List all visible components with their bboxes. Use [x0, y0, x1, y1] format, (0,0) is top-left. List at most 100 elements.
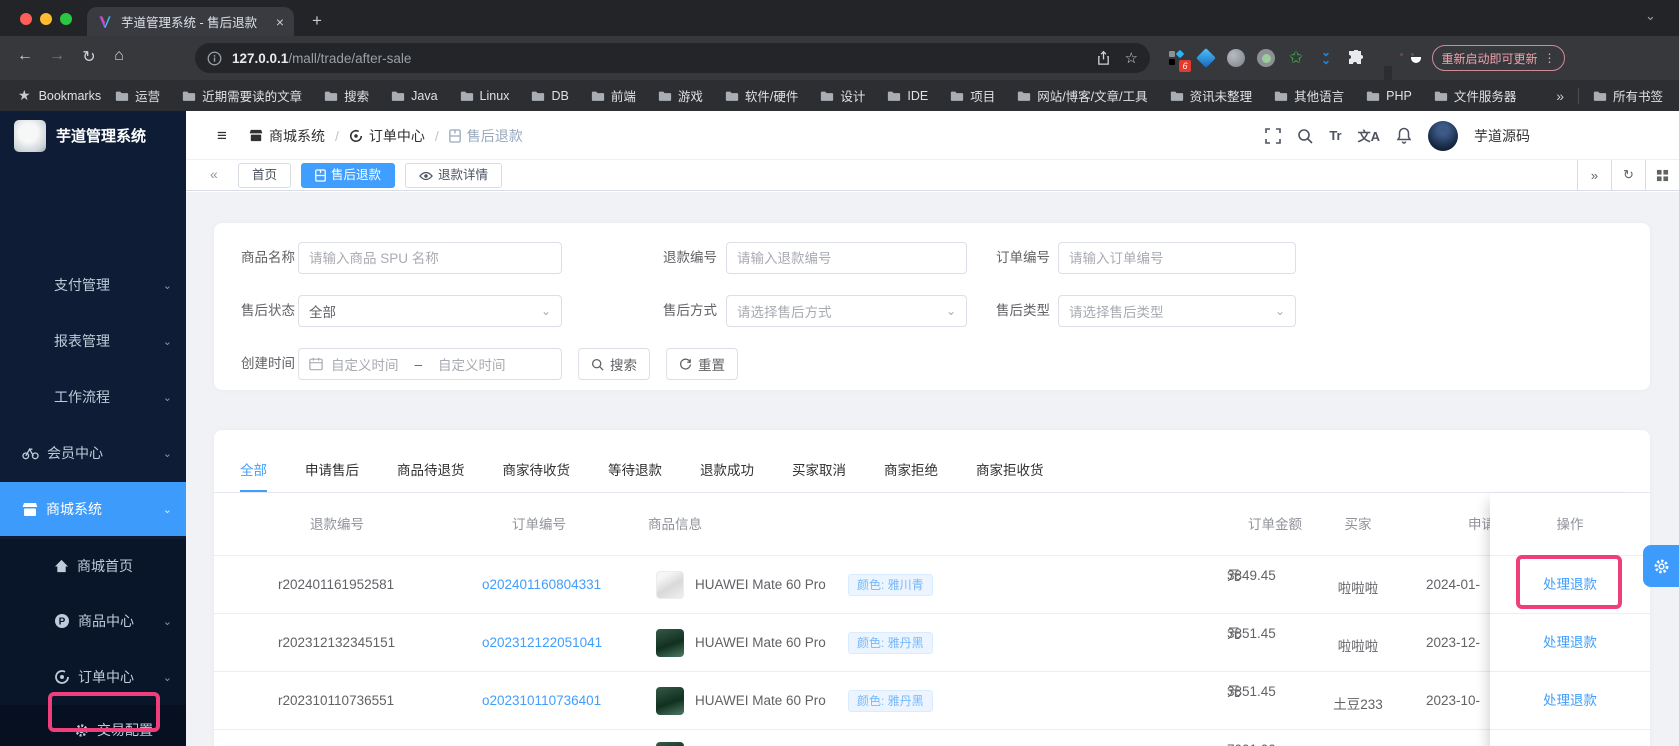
- home-button[interactable]: ⌂: [108, 47, 130, 65]
- sidebar-item-mall-home[interactable]: 商城首页: [0, 539, 186, 593]
- status-tab-refund-success[interactable]: 退款成功: [700, 459, 754, 492]
- tab-search-chevron-icon[interactable]: ⌄: [1645, 8, 1656, 24]
- bookmarks-overflow-icon[interactable]: »: [1556, 88, 1564, 104]
- bookmark-folder[interactable]: Linux: [460, 89, 509, 103]
- locale-icon[interactable]: 文A: [1358, 126, 1380, 145]
- window-close-button[interactable]: [20, 13, 32, 25]
- bookmark-folder[interactable]: PHP: [1366, 89, 1412, 103]
- bookmark-star-icon[interactable]: ☆: [1125, 49, 1138, 67]
- tabs-layout-grid-icon[interactable]: [1645, 160, 1679, 190]
- sidebar-item-mall-system[interactable]: 商城系统 ⌄: [0, 482, 186, 536]
- tabs-scroll-right-icon[interactable]: »: [1577, 160, 1611, 190]
- bookmark-folder[interactable]: 运营: [115, 86, 160, 105]
- sidebar-item-product-center[interactable]: P 商品中心 ⌄: [0, 593, 186, 649]
- search-icon[interactable]: [1297, 128, 1313, 144]
- site-info-icon[interactable]: [207, 51, 222, 66]
- bookmark-folder[interactable]: 搜索: [324, 86, 369, 105]
- bookmarks-star-icon[interactable]: ★: [18, 87, 31, 104]
- handle-refund-link[interactable]: 处理退款: [1543, 693, 1597, 708]
- way-label: 售后方式: [663, 303, 717, 318]
- window-maximize-button[interactable]: [60, 13, 72, 25]
- status-select[interactable]: 全部 ⌄: [298, 295, 562, 327]
- handle-refund-link[interactable]: 处理退款: [1543, 635, 1597, 650]
- order-no-link[interactable]: o202312122051041: [482, 635, 602, 650]
- recorder-extension-icon[interactable]: [1256, 48, 1276, 68]
- bookmarks-label[interactable]: Bookmarks: [39, 89, 102, 103]
- type-select[interactable]: 请选择售后类型 ⌄: [1058, 295, 1296, 327]
- globe-extension-icon[interactable]: [1226, 48, 1246, 68]
- search-button[interactable]: 搜索: [578, 348, 650, 380]
- url-text[interactable]: 127.0.0.1/mall/trade/after-sale: [232, 51, 1082, 66]
- font-size-icon[interactable]: Tr: [1329, 128, 1341, 143]
- tab-title: 芋道管理系统 - 售后退款: [121, 16, 258, 30]
- sidebar-item-reports[interactable]: 报表管理 ⌄: [0, 313, 186, 369]
- bookmark-folder[interactable]: 设计: [820, 86, 865, 105]
- sidebar-toggle-icon[interactable]: ≡: [217, 126, 227, 146]
- product-name-input[interactable]: [298, 242, 562, 274]
- breadcrumb-mall-system[interactable]: 商城系统: [249, 126, 325, 146]
- status-tab-buyer-cancel[interactable]: 买家取消: [792, 459, 846, 492]
- reload-button[interactable]: ↻: [78, 47, 100, 67]
- bookmark-folder[interactable]: Java: [391, 89, 438, 103]
- applied-date: 2024-01-: [1426, 577, 1481, 592]
- way-select[interactable]: 请选择售后方式 ⌄: [726, 295, 967, 327]
- tabs-scroll-left-icon[interactable]: «: [210, 166, 218, 182]
- back-button[interactable]: ←: [14, 47, 36, 65]
- sidebar-item-workflow[interactable]: 工作流程 ⌄: [0, 369, 186, 425]
- order-no-input[interactable]: [1058, 242, 1296, 274]
- created-date-range[interactable]: 自定义时间 – 自定义时间: [298, 348, 562, 380]
- browser-tab[interactable]: 芋道管理系统 - 售后退款 ×: [87, 7, 294, 36]
- order-no-link[interactable]: o202310110736401: [482, 693, 601, 708]
- bookmark-folder[interactable]: 近期需要读的文章: [182, 86, 302, 105]
- address-bar[interactable]: 127.0.0.1/mall/trade/after-sale ☆: [195, 43, 1150, 73]
- browser-menu-kebab-icon[interactable]: ⋮: [1544, 51, 1556, 65]
- bookmark-folder[interactable]: IDE: [887, 89, 928, 103]
- share-icon[interactable]: [1096, 50, 1111, 66]
- bookmark-folder[interactable]: 项目: [950, 86, 995, 105]
- forward-button[interactable]: →: [46, 47, 68, 65]
- green-star-extension-icon[interactable]: ✩: [1286, 48, 1306, 68]
- sidebar-item-members[interactable]: 会员中心 ⌄: [0, 425, 186, 481]
- contrast-extension-icon[interactable]: [1376, 48, 1396, 82]
- main-area: ≡ 商城系统 / 订单中心 / 售后退款 Tr 文A 芋道源码 « 首页 售后退…: [186, 111, 1679, 746]
- page-tab-after-sale-refund[interactable]: 售后退款: [301, 163, 396, 188]
- puzzle-extensions-icon[interactable]: [1346, 48, 1366, 68]
- page-tab-refund-detail[interactable]: 退款详情: [405, 163, 503, 188]
- status-tab-applied[interactable]: 申请售后: [305, 459, 359, 492]
- page-tab-home[interactable]: 首页: [238, 163, 292, 188]
- username[interactable]: 芋道源码: [1474, 126, 1530, 146]
- bookmark-folder[interactable]: 文件服务器: [1434, 86, 1516, 105]
- tab-close-icon[interactable]: ×: [276, 14, 284, 30]
- status-tab-merchant-reject[interactable]: 商家拒绝: [884, 459, 938, 492]
- extension-grid-icon[interactable]: 6: [1166, 48, 1191, 72]
- all-bookmarks-folder[interactable]: 所有书签: [1593, 86, 1663, 105]
- bookmark-folder[interactable]: 软件/硬件: [725, 86, 798, 105]
- bookmark-folder[interactable]: 网站/博客/文章/工具: [1017, 86, 1148, 105]
- status-tab-merchant-refuse-receive[interactable]: 商家拒收货: [976, 459, 1044, 492]
- bookmark-folder[interactable]: 游戏: [658, 86, 703, 105]
- status-tab-all[interactable]: 全部: [240, 459, 267, 492]
- breadcrumb-order-center[interactable]: 订单中心: [349, 126, 425, 146]
- status-tab-to-return[interactable]: 商品待退货: [397, 459, 465, 492]
- refund-no-input[interactable]: [726, 242, 967, 274]
- bookmark-folder[interactable]: 前端: [591, 86, 636, 105]
- bookmark-folder[interactable]: DB: [531, 89, 569, 103]
- theme-settings-button[interactable]: [1643, 545, 1679, 587]
- chrome-update-button[interactable]: 重新启动即可更新 ⋮: [1432, 45, 1565, 71]
- status-tab-to-receive[interactable]: 商家待收货: [503, 459, 571, 492]
- fullscreen-icon[interactable]: [1265, 127, 1282, 144]
- sidebar-item-payment[interactable]: 支付管理 ⌄: [0, 257, 186, 313]
- user-avatar[interactable]: [1428, 120, 1458, 151]
- tabs-refresh-icon[interactable]: ↻: [1611, 160, 1645, 190]
- order-no-link[interactable]: o202401160804331: [482, 577, 601, 592]
- new-tab-button[interactable]: +: [312, 8, 322, 34]
- vue-devtools-extension-icon[interactable]: ⌄ ⌄: [1316, 46, 1336, 68]
- window-minimize-button[interactable]: [40, 13, 52, 25]
- reset-button[interactable]: 重置: [666, 348, 738, 380]
- notification-bell-icon[interactable]: [1396, 127, 1412, 144]
- bookmark-folder[interactable]: 资讯未整理: [1170, 86, 1252, 105]
- kite-extension-icon[interactable]: [1196, 48, 1216, 68]
- emoji-extension-icon[interactable]: [1406, 48, 1426, 68]
- status-tab-waiting-refund[interactable]: 等待退款: [608, 459, 662, 492]
- bookmark-folder[interactable]: 其他语言: [1274, 86, 1344, 105]
